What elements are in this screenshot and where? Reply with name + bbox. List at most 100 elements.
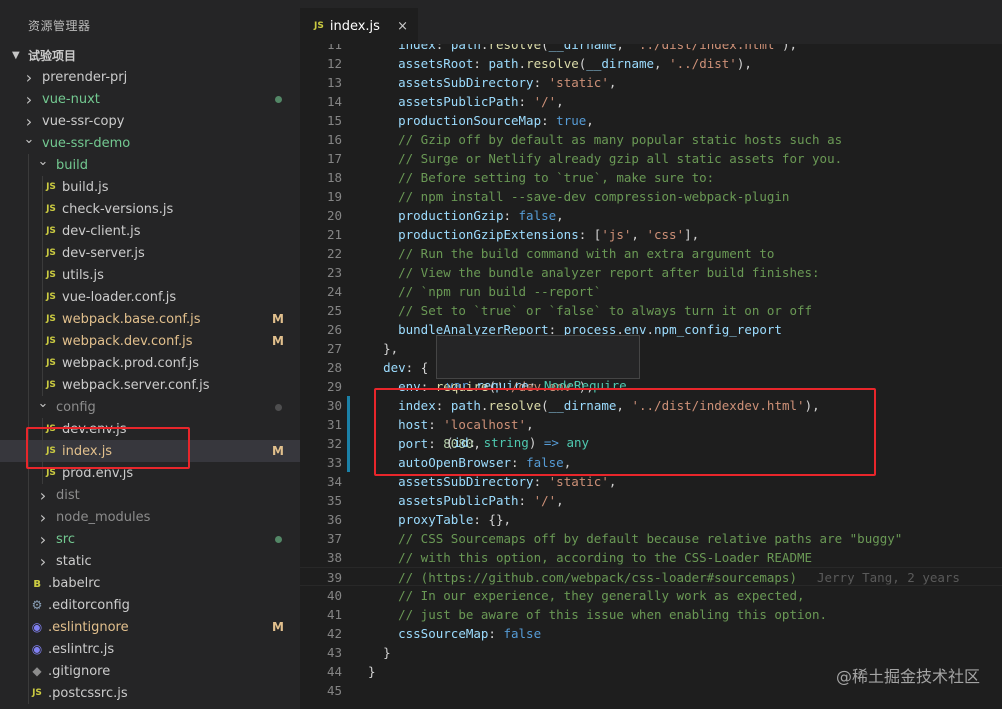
tree-item[interactable]: ⚙ .editorconfig — [0, 594, 300, 616]
code-line[interactable]: 40 // In our experience, they generally … — [300, 586, 1002, 605]
indent-guide — [28, 484, 29, 506]
code-line[interactable]: 27 }, — [300, 339, 1002, 358]
chevron-down-icon: ⌄ — [37, 396, 49, 411]
tree-item[interactable]: ◉ .eslintignore M — [0, 616, 300, 638]
indent-guide — [28, 616, 29, 638]
code-line[interactable]: 22 // Run the build command with an extr… — [300, 244, 1002, 263]
code-token: // (https://github.com/webpack/css-loade… — [398, 570, 797, 585]
js-file-icon: JS — [32, 688, 42, 698]
code-token: : [ — [578, 227, 602, 242]
tree-item[interactable]: › static — [0, 550, 300, 572]
code-line[interactable]: 25 // Set to `true` or `false` to always… — [300, 301, 1002, 320]
tree-item[interactable]: › src — [0, 528, 300, 550]
indent-guide — [42, 308, 43, 330]
code-line[interactable]: 42 cssSourceMap: false — [300, 624, 1002, 643]
line-number: 12 — [326, 56, 342, 71]
code-line[interactable]: 17 // Surge or Netlify already gzip all … — [300, 149, 1002, 168]
code-line[interactable]: 43 } — [300, 643, 1002, 662]
tree-item[interactable]: › dist — [0, 484, 300, 506]
js-file-icon: JS — [46, 204, 56, 214]
tree-item[interactable]: JS utils.js — [0, 264, 300, 286]
code-line[interactable]: 21 productionGzipExtensions: ['js', 'css… — [300, 225, 1002, 244]
line-number: 11 — [326, 44, 342, 52]
code-line[interactable]: 24 // `npm run build --report` — [300, 282, 1002, 301]
code-line[interactable]: 26 bundleAnalyzerReport: process.env.npm… — [300, 320, 1002, 339]
code-line[interactable]: 16 // Gzip off by default as many popula… — [300, 130, 1002, 149]
tree-item[interactable]: › vue-ssr-copy — [0, 110, 300, 132]
code-line[interactable]: 14 assetsPublicPath: '/', — [300, 92, 1002, 111]
tree-item[interactable]: › node_modules — [0, 506, 300, 528]
tree-item[interactable]: JS webpack.prod.conf.js — [0, 352, 300, 374]
tree-item[interactable]: JS build.js — [0, 176, 300, 198]
line-number: 16 — [326, 132, 342, 147]
tree-item[interactable]: JS webpack.server.conf.js — [0, 374, 300, 396]
code-line[interactable]: 11 index: path.resolve(__dirname, '../di… — [300, 44, 1002, 54]
code-line[interactable]: 12 assetsRoot: path.resolve(__dirname, '… — [300, 54, 1002, 73]
tree-item-label: webpack.base.conf.js — [62, 311, 201, 327]
tree-item[interactable]: JS webpack.base.conf.js M — [0, 308, 300, 330]
code-text: // Surge or Netlify already gzip all sta… — [368, 149, 842, 168]
tree-item[interactable]: JS webpack.dev.conf.js M — [0, 330, 300, 352]
code-line[interactable]: 13 assetsSubDirectory: 'static', — [300, 73, 1002, 92]
tree-item[interactable]: JS dev-server.js — [0, 242, 300, 264]
indent-guide — [28, 176, 29, 198]
status-dot — [275, 535, 282, 543]
indent-guide — [42, 352, 43, 374]
code-text: assetsRoot: path.resolve(__dirname, '../… — [368, 54, 752, 73]
js-file-icon: JS — [46, 358, 56, 368]
code-line[interactable]: 39 // (https://github.com/webpack/css-lo… — [300, 567, 1002, 586]
tree-item-label: dist — [56, 487, 80, 503]
code-editor[interactable]: 11 index: path.resolve(__dirname, '../di… — [300, 44, 1002, 709]
tree-item[interactable]: ʙ .babelrc — [0, 572, 300, 594]
indent-guide — [42, 264, 43, 286]
line-number: 21 — [326, 227, 342, 242]
code-text: // npm install --save-dev compression-we… — [368, 187, 789, 206]
code-token: true — [556, 113, 587, 128]
line-number: 34 — [326, 474, 342, 489]
line-number: 35 — [326, 493, 342, 508]
tree-item[interactable]: › prerender-prj — [0, 66, 300, 88]
tree-item[interactable]: JS dev-client.js — [0, 220, 300, 242]
project-section-header[interactable]: ▼ 试验项目 — [0, 44, 300, 66]
code-token: // Gzip off by default as many popular s… — [398, 132, 843, 147]
tree-item[interactable]: ⌄ vue-ssr-demo — [0, 132, 300, 154]
code-line[interactable]: 19 // npm install --save-dev compression… — [300, 187, 1002, 206]
code-text: // View the bundle analyzer report after… — [368, 263, 819, 282]
modified-badge: M — [272, 334, 284, 348]
code-line[interactable]: 20 productionGzip: false, — [300, 206, 1002, 225]
code-line[interactable]: 38 // with this option, according to the… — [300, 548, 1002, 567]
code-token: . — [518, 56, 527, 71]
line-number: 44 — [326, 664, 342, 679]
code-line[interactable]: 35 assetsPublicPath: '/', — [300, 491, 1002, 510]
code-line[interactable]: 18 // Before setting to `true`, make sur… — [300, 168, 1002, 187]
code-line[interactable]: 37 // CSS Sourcemaps off by default beca… — [300, 529, 1002, 548]
chevron-right-icon: › — [25, 111, 33, 131]
tree-item[interactable]: ⌄ config — [0, 396, 300, 418]
tree-item[interactable]: JS vue-loader.conf.js — [0, 286, 300, 308]
tree-item[interactable]: JS .postcssrc.js — [0, 682, 300, 704]
status-dot — [275, 403, 282, 411]
code-token: // Before setting to `true`, make sure t… — [398, 170, 715, 185]
close-icon[interactable]: × — [397, 19, 408, 34]
tab-index-js[interactable]: JS index.js × — [300, 8, 418, 44]
code-text: index: path.resolve(__dirname, '../dist/… — [368, 44, 797, 54]
tree-item-label: webpack.server.conf.js — [62, 377, 210, 393]
tree-item[interactable]: ◉ .eslintrc.js — [0, 638, 300, 660]
js-file-icon: JS — [46, 336, 56, 346]
code-line[interactable]: 15 productionSourceMap: true, — [300, 111, 1002, 130]
code-token: false — [518, 208, 557, 223]
tree-item[interactable]: › vue-nuxt — [0, 88, 300, 110]
tab-label: index.js — [329, 18, 380, 34]
tree-item[interactable]: ⌄ build — [0, 154, 300, 176]
tree-item[interactable]: ◆ .gitignore — [0, 660, 300, 682]
explorer-sidebar: 资源管理器 ▼ 试验项目 › prerender-prj › vue-nuxt › vue… — [0, 0, 300, 709]
code-line[interactable]: 41 // just be aware of this issue when e… — [300, 605, 1002, 624]
code-token: index — [398, 44, 436, 52]
code-line[interactable]: 28 dev: { — [300, 358, 1002, 377]
code-line[interactable]: 23 // View the bundle analyzer report af… — [300, 263, 1002, 282]
code-line[interactable]: 36 proxyTable: {}, — [300, 510, 1002, 529]
tree-item[interactable]: JS check-versions.js — [0, 198, 300, 220]
